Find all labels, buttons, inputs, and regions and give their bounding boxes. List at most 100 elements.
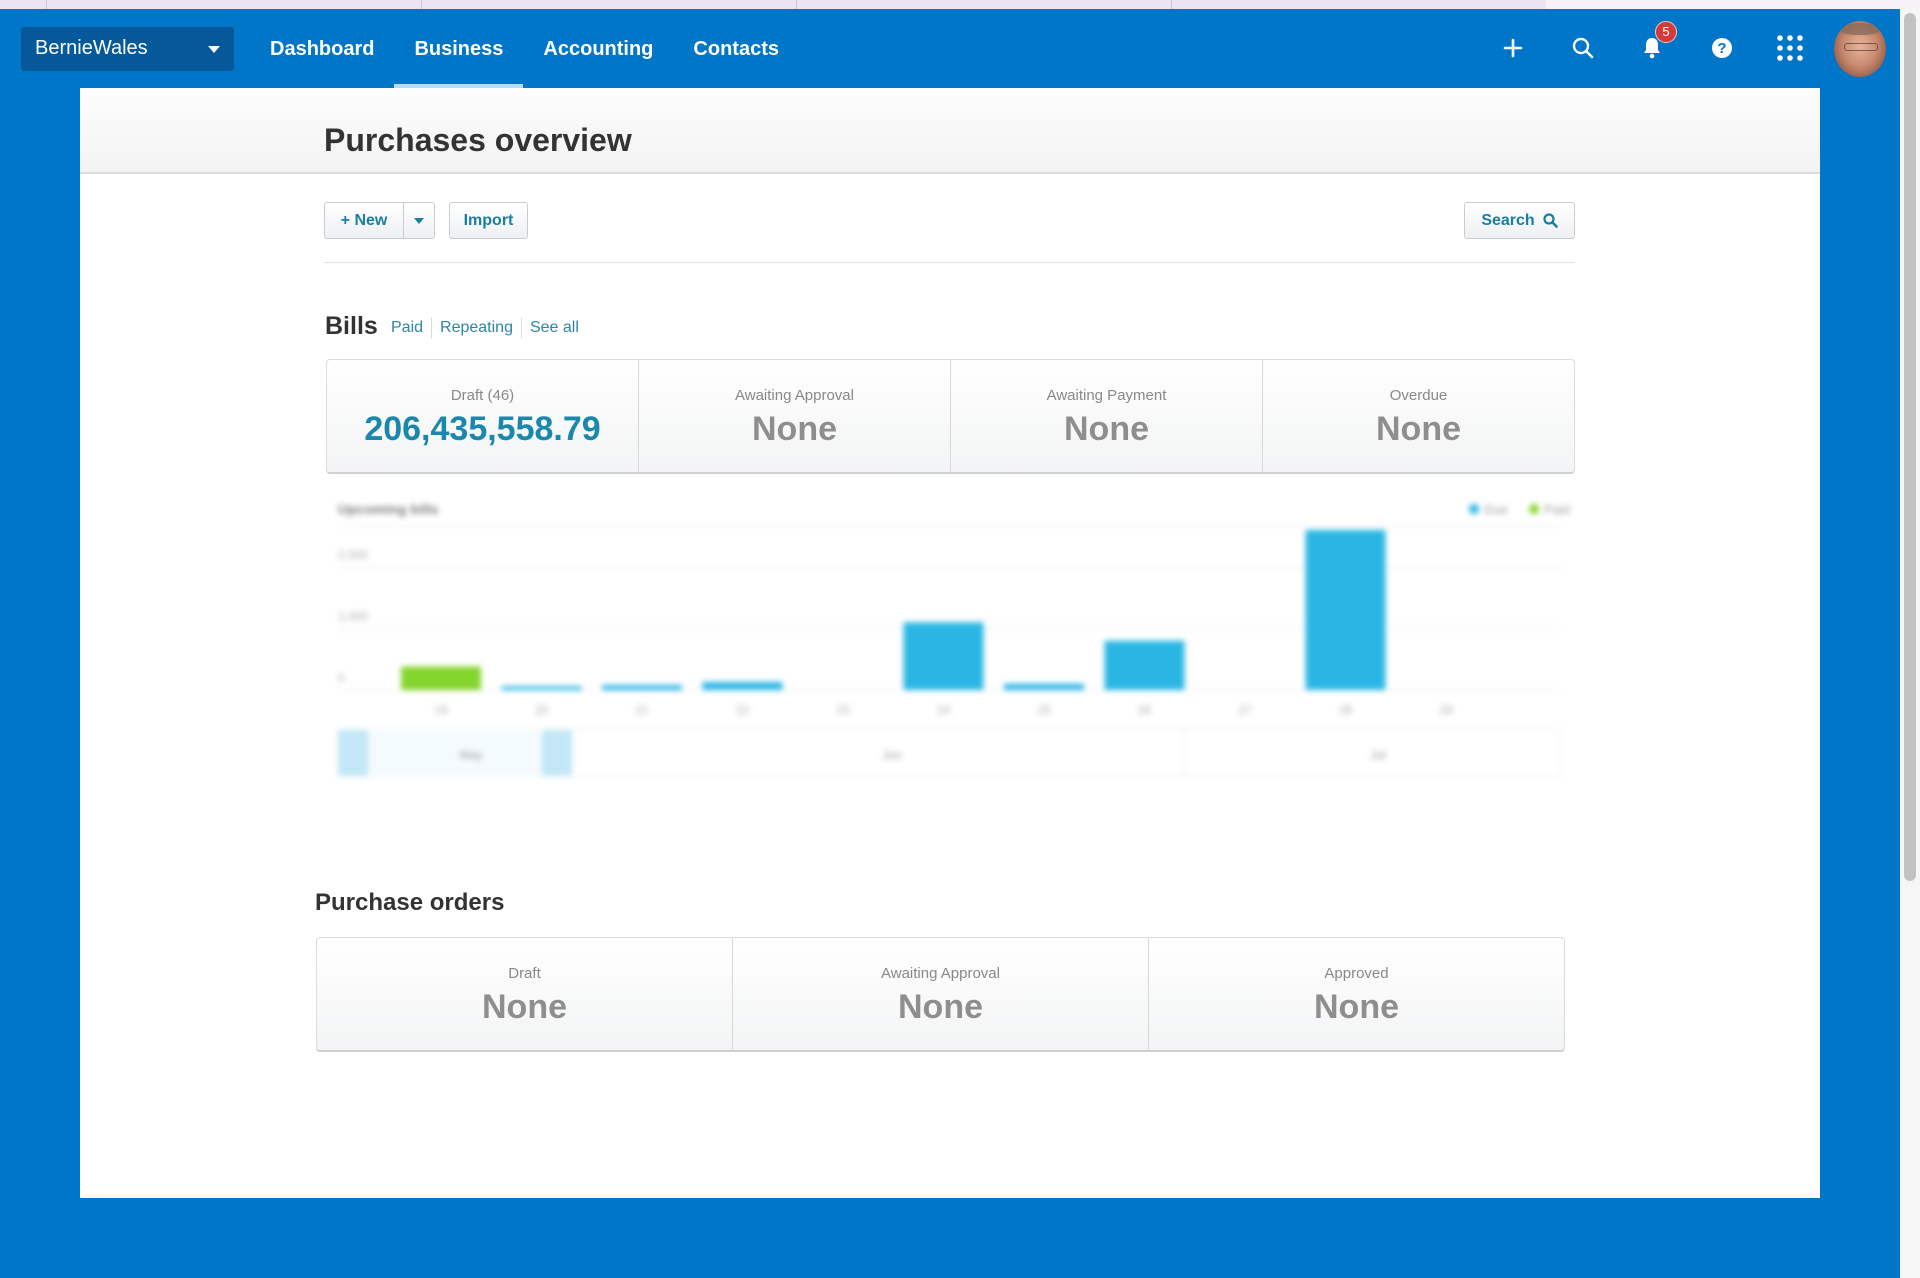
bar-due — [1104, 640, 1185, 690]
y-tick-label: 2,000 — [338, 548, 368, 562]
navigator-handle-right — [542, 730, 572, 776]
bar-due — [501, 686, 582, 690]
new-dropdown-button[interactable] — [403, 202, 435, 239]
stat-label: Awaiting Approval — [881, 965, 1000, 982]
po-approved-stat[interactable]: Approved None — [1149, 938, 1564, 1050]
link-separator — [431, 318, 433, 338]
x-tick-label: 28 — [1339, 703, 1353, 717]
main-nav: Dashboard Business Accounting Contacts — [250, 9, 799, 88]
bills-awaiting-payment-stat[interactable]: Awaiting Payment None — [951, 360, 1263, 472]
notification-badge: 5 — [1655, 21, 1677, 43]
user-avatar[interactable] — [1834, 21, 1886, 77]
stat-label: Approved — [1324, 965, 1389, 982]
stat-value: 206,435,558.79 — [364, 410, 601, 448]
main-panel: Purchases overview + New Import Search B… — [80, 88, 1820, 1198]
tab-separator — [1171, 0, 1172, 9]
bills-paid-link[interactable]: Paid — [391, 319, 423, 337]
link-separator — [520, 318, 522, 338]
tab-separator — [796, 0, 797, 9]
plus-icon[interactable] — [1496, 31, 1530, 65]
x-tick-label: 20 — [535, 703, 549, 717]
chart-title: Upcoming bills — [338, 501, 439, 517]
upcoming-bills-chart: Upcoming bills Due Paid 0 1,000 2,000 19 20 21 22… — [326, 494, 1575, 794]
x-tick-label: 25 — [1037, 703, 1051, 717]
stat-label: Overdue — [1389, 387, 1448, 404]
page-scrollbar[interactable] — [1900, 9, 1920, 1278]
organisation-name: BernieWales — [35, 37, 148, 59]
x-tick-label: 22 — [736, 703, 750, 717]
avatar-hair — [1840, 23, 1880, 35]
stat-value: None — [752, 410, 837, 448]
browser-tab-active[interactable] — [1546, 0, 1920, 9]
search-button[interactable]: Search — [1464, 202, 1575, 239]
new-button[interactable]: + New — [324, 202, 404, 239]
stat-label: Draft (46) — [450, 387, 515, 404]
bar-due — [602, 685, 682, 690]
purchase-orders-heading: Purchase orders — [315, 889, 505, 916]
legend-due-label: Due — [1484, 502, 1508, 517]
x-tick-label: 19 — [434, 703, 448, 717]
search-button-label: Search — [1481, 211, 1535, 229]
nav-business[interactable]: Business — [394, 9, 524, 88]
bills-see-all-link[interactable]: See all — [530, 319, 579, 337]
stat-value: None — [1314, 988, 1399, 1026]
bills-summary: Draft (46) 206,435,558.79 Awaiting Appro… — [326, 359, 1575, 474]
x-tick-label: 23 — [836, 703, 850, 717]
page-header: Purchases overview — [80, 88, 1820, 174]
browser-tab-strip — [0, 0, 1920, 9]
stat-value: None — [1064, 410, 1149, 448]
bills-awaiting-approval-stat[interactable]: Awaiting Approval None — [639, 360, 951, 472]
navigator-label: Jul — [1370, 748, 1385, 762]
bills-overdue-stat[interactable]: Overdue None — [1263, 360, 1574, 472]
bar-due — [702, 682, 783, 690]
search-icon[interactable] — [1566, 31, 1600, 65]
legend-paid-label: Paid — [1544, 502, 1570, 517]
caret-down-icon — [414, 217, 424, 224]
x-tick-label: 21 — [635, 703, 649, 717]
help-icon[interactable]: ? — [1705, 31, 1739, 65]
bills-repeating-link[interactable]: Repeating — [440, 319, 513, 337]
stat-value: None — [898, 988, 983, 1026]
y-tick-label: 1,000 — [338, 609, 368, 623]
avatar-glasses — [1844, 43, 1878, 51]
navigator-label: May — [460, 748, 483, 762]
apps-grid-icon[interactable] — [1773, 31, 1807, 65]
bell-icon[interactable]: 5 — [1635, 21, 1677, 65]
nav-contacts[interactable]: Contacts — [673, 9, 799, 88]
navigator-selection — [368, 730, 542, 776]
organisation-selector[interactable]: BernieWales — [21, 27, 234, 71]
po-draft-stat[interactable]: Draft None — [317, 938, 733, 1050]
nav-accounting[interactable]: Accounting — [523, 9, 673, 88]
bills-heading: Bills — [325, 312, 378, 340]
stat-label: Awaiting Payment — [1046, 387, 1167, 404]
caret-down-icon — [208, 46, 220, 53]
bar-due — [1305, 530, 1386, 690]
navigator-handle-left — [338, 730, 368, 776]
chart-svg: Upcoming bills Due Paid 0 1,000 2,000 19 20 21 22… — [337, 501, 1570, 777]
svg-text:?: ? — [1717, 40, 1726, 57]
import-button[interactable]: Import — [449, 202, 528, 239]
search-icon — [1543, 213, 1558, 228]
x-tick-label: 26 — [1138, 703, 1152, 717]
navigator-label: Jun — [882, 748, 901, 762]
page-title: Purchases overview — [324, 122, 632, 158]
y-tick-label: 0 — [338, 671, 345, 685]
tab-separator — [46, 0, 47, 9]
legend-paid-swatch — [1529, 504, 1539, 514]
stat-label: Awaiting Approval — [735, 387, 854, 404]
bar-paid — [401, 666, 481, 690]
x-tick-label: 24 — [937, 703, 951, 717]
nav-dashboard[interactable]: Dashboard — [250, 9, 394, 88]
legend-due-swatch — [1469, 504, 1479, 514]
stat-value: None — [482, 988, 567, 1026]
tab-separator — [421, 0, 422, 9]
stat-value: None — [1376, 410, 1461, 448]
po-awaiting-approval-stat[interactable]: Awaiting Approval None — [733, 938, 1149, 1050]
x-tick-label: 29 — [1439, 703, 1453, 717]
stat-label: Draft — [508, 965, 541, 982]
x-tick-label: 27 — [1238, 703, 1252, 717]
bar-due — [903, 622, 984, 690]
bills-draft-stat[interactable]: Draft (46) 206,435,558.79 — [327, 360, 639, 472]
purchase-orders-summary: Draft None Awaiting Approval None Approv… — [316, 937, 1565, 1052]
scrollbar-thumb[interactable] — [1904, 13, 1916, 881]
